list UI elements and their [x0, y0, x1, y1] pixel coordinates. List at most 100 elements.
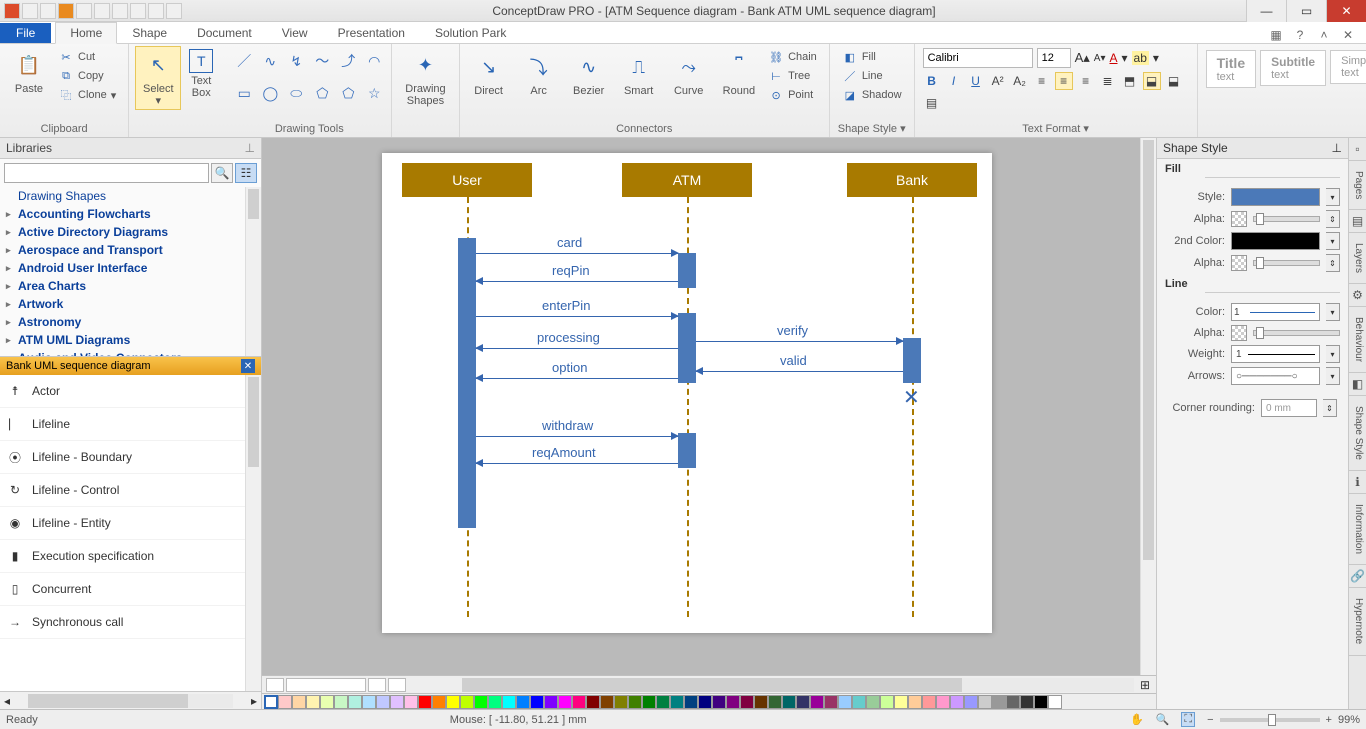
star-tool[interactable]: ☆ — [363, 82, 385, 104]
color-swatch[interactable] — [292, 695, 306, 709]
color-swatch[interactable] — [488, 695, 502, 709]
dropdown-icon[interactable]: ▾ — [1326, 303, 1340, 321]
color-swatch[interactable] — [544, 695, 558, 709]
line-alpha-slider[interactable] — [1253, 330, 1340, 336]
valign-middle-button[interactable]: ⬓ — [1143, 72, 1161, 90]
lib-item[interactable]: Audio and Video Connectors — [0, 349, 261, 357]
vtab-info-icon[interactable]: ℹ — [1349, 471, 1366, 494]
vtab-layers[interactable]: Layers — [1349, 233, 1366, 284]
dropdown-icon[interactable]: ▾ — [1326, 188, 1340, 206]
color-swatch[interactable] — [754, 695, 768, 709]
page-first-icon[interactable] — [266, 678, 284, 692]
connector-bezier[interactable]: ∿Bezier — [566, 48, 612, 100]
shape-lifeline-entity[interactable]: ◉Lifeline - Entity — [0, 507, 261, 540]
qa-undo[interactable] — [40, 3, 56, 19]
highlight-icon[interactable]: ab — [1132, 51, 1149, 65]
color-swatch[interactable] — [992, 695, 1006, 709]
msg-processing[interactable] — [476, 348, 678, 349]
color-palette[interactable]: /* placeholder — swatches generated belo… — [262, 693, 1156, 709]
bold-button[interactable]: B — [923, 72, 941, 90]
help-icon[interactable]: ? — [1292, 27, 1308, 43]
close-button[interactable]: ✕ — [1326, 0, 1366, 22]
dropdown-icon[interactable]: ▾ — [1326, 232, 1340, 250]
lib-item[interactable]: Astronomy — [0, 313, 261, 331]
line-button[interactable]: ／Line — [840, 67, 904, 85]
lifeline-user[interactable]: User — [402, 163, 532, 197]
minimize-button[interactable]: — — [1246, 0, 1286, 22]
line-color-dropdown[interactable]: 1 — [1231, 303, 1320, 321]
color-swatch[interactable] — [390, 695, 404, 709]
line-weight-dropdown[interactable]: 1 — [1231, 345, 1320, 363]
fill-alpha-slider[interactable] — [1253, 216, 1320, 222]
ellipse-tool[interactable]: ⬭ — [285, 82, 307, 104]
arrows-dropdown[interactable]: ○───────○ — [1231, 367, 1320, 385]
color-swatch[interactable] — [348, 695, 362, 709]
library-icon[interactable]: ▦ — [1268, 27, 1284, 43]
decrease-font-icon[interactable]: A▾ — [1094, 53, 1106, 64]
color-swatch[interactable] — [880, 695, 894, 709]
shape-concurrent[interactable]: ▯Concurrent — [0, 573, 261, 606]
color-swatch[interactable] — [278, 695, 292, 709]
textbox-tool[interactable]: T Text Box — [181, 46, 221, 102]
qa-save[interactable] — [22, 3, 38, 19]
shape-lifeline[interactable]: ⎸Lifeline — [0, 408, 261, 441]
search-button[interactable]: 🔍 — [211, 163, 233, 183]
shape-lifeline-boundary[interactable]: ⦿Lifeline - Boundary — [0, 441, 261, 474]
exec-atm-2[interactable] — [678, 313, 696, 383]
color-swatch[interactable] — [642, 695, 656, 709]
qa-btn2[interactable] — [76, 3, 92, 19]
arc-tool[interactable]: ◠ — [363, 50, 385, 72]
alpha2-spinner[interactable]: ⇕ — [1326, 254, 1340, 272]
paste-button[interactable]: 📋 Paste — [6, 46, 52, 98]
connector-tree[interactable]: ⊢Tree — [766, 67, 819, 85]
vtab-layers-icon[interactable]: ▤ — [1349, 210, 1366, 233]
cut-button[interactable]: ✂Cut — [56, 48, 118, 66]
valign-bottom-button[interactable]: ⬓ — [1165, 72, 1183, 90]
connector-chain[interactable]: ⛓Chain — [766, 48, 819, 66]
color-swatch[interactable] — [936, 695, 950, 709]
italic-button[interactable]: I — [945, 72, 963, 90]
color-swatch[interactable] — [782, 695, 796, 709]
font-size-input[interactable] — [1037, 48, 1071, 68]
color-swatch[interactable] — [670, 695, 684, 709]
color-swatch[interactable] — [950, 695, 964, 709]
color-swatch[interactable] — [586, 695, 600, 709]
color-swatch[interactable] — [460, 695, 474, 709]
canvas-vscroll[interactable] — [1140, 138, 1156, 675]
vtab-pages-icon[interactable]: ▫ — [1349, 138, 1366, 161]
tab-document[interactable]: Document — [182, 22, 267, 43]
ellipse-shape-tool[interactable]: ◯ — [259, 82, 281, 104]
select-tool[interactable]: ↖ Select▾ — [135, 46, 181, 110]
canvas-hscroll[interactable]: ⊞ — [262, 675, 1156, 693]
lib-item[interactable]: Area Charts — [0, 277, 261, 295]
polygon-outline-tool[interactable]: ⬠ — [311, 82, 333, 104]
zoom-tool-icon[interactable]: 🔍 — [1156, 713, 1170, 726]
shadow-button[interactable]: ◪Shadow — [840, 86, 904, 104]
color-swatch[interactable] — [474, 695, 488, 709]
line-tool[interactable]: ／ — [233, 50, 255, 72]
alpha-spinner[interactable]: ⇕ — [1326, 210, 1340, 228]
collapse-ribbon-icon[interactable]: ˄ — [1316, 27, 1332, 43]
lifeline-atm[interactable]: ATM — [622, 163, 752, 197]
shape-actor[interactable]: ☨Actor — [0, 375, 261, 408]
page[interactable]: User ATM Bank card reqPin enterPin — [382, 153, 992, 633]
connector-round[interactable]: ⎴Round — [716, 48, 762, 100]
vtab-pages[interactable]: Pages — [1349, 161, 1366, 210]
page-prev-icon[interactable] — [286, 678, 366, 692]
dropdown-icon[interactable]: ▾ — [1326, 367, 1340, 385]
qa-btn[interactable] — [58, 3, 74, 19]
qa-more[interactable] — [166, 3, 182, 19]
exec-user[interactable] — [458, 238, 476, 528]
nofill-swatch[interactable] — [264, 695, 278, 709]
valign-top-button[interactable]: ⬒ — [1121, 72, 1139, 90]
tab-shape[interactable]: Shape — [117, 22, 182, 43]
color-swatch[interactable] — [838, 695, 852, 709]
fit-page-icon[interactable]: ⛶ — [1181, 712, 1195, 727]
qa-new[interactable] — [94, 3, 110, 19]
font-color-icon[interactable]: A — [1109, 51, 1117, 65]
color-swatch[interactable] — [964, 695, 978, 709]
lib-item[interactable]: ATM UML Diagrams — [0, 331, 261, 349]
copy-button[interactable]: ⧉Copy — [56, 67, 118, 85]
page-last-icon[interactable] — [388, 678, 406, 692]
second-color-dropdown[interactable] — [1231, 232, 1320, 250]
